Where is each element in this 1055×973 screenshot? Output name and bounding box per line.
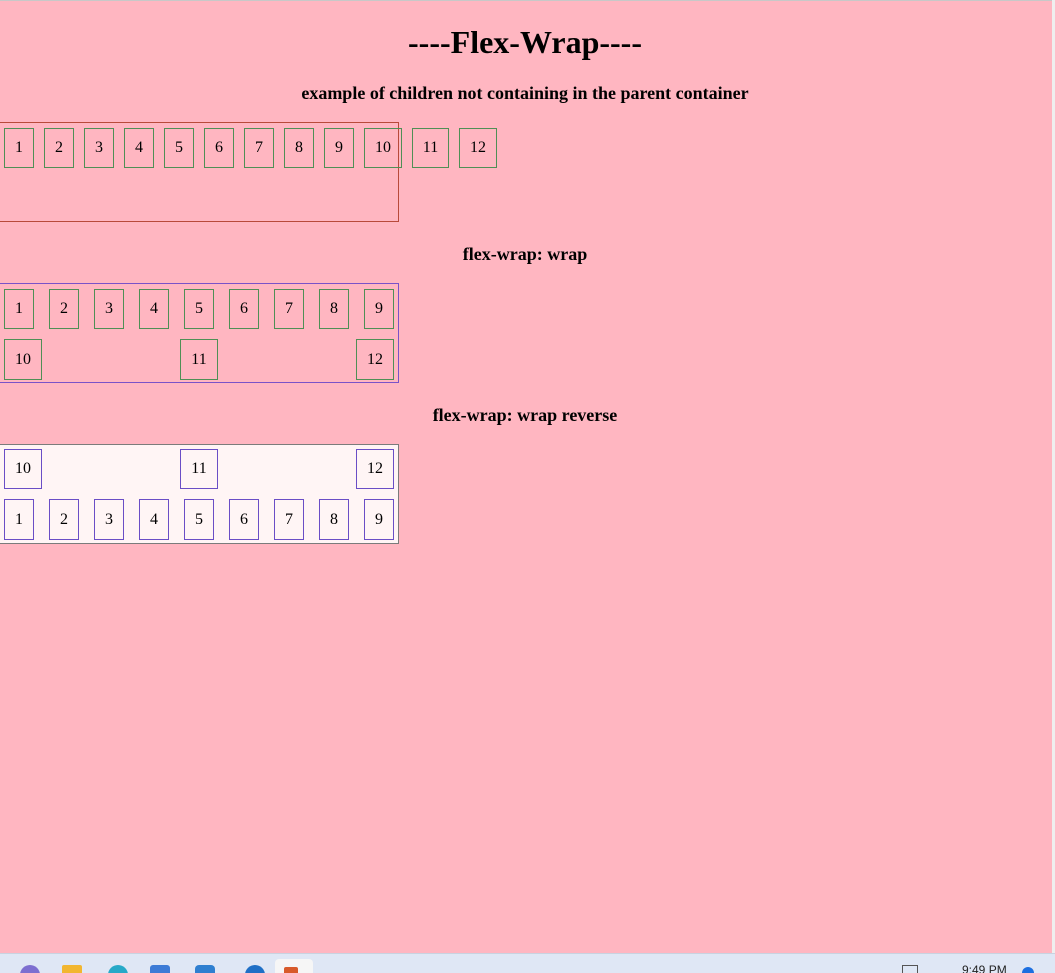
flex-item: 7 bbox=[274, 289, 304, 329]
window-top-border bbox=[0, 0, 1055, 1]
section-heading-wrap: flex-wrap: wrap bbox=[462, 244, 588, 264]
flex-item: 3 bbox=[84, 128, 114, 168]
flex-item: 11 bbox=[180, 339, 218, 380]
flex-item: 2 bbox=[49, 289, 79, 329]
flex-item: 2 bbox=[49, 499, 79, 540]
flex-item: 9 bbox=[364, 499, 394, 540]
flex-item: 3 bbox=[94, 499, 124, 540]
flex-item: 11 bbox=[412, 128, 449, 168]
flex-item: 8 bbox=[319, 289, 349, 329]
flex-item: 6 bbox=[204, 128, 234, 168]
flex-item: 1 bbox=[4, 289, 34, 329]
section-heading-wrap-reverse: flex-wrap: wrap reverse bbox=[432, 405, 618, 425]
flex-item: 5 bbox=[184, 289, 214, 329]
flex-item: 3 bbox=[94, 289, 124, 329]
flex-item: 8 bbox=[319, 499, 349, 540]
flex-item: 4 bbox=[124, 128, 154, 168]
flex-item: 9 bbox=[364, 289, 394, 329]
flex-item: 2 bbox=[44, 128, 74, 168]
flex-item: 10 bbox=[4, 339, 42, 380]
active-app-icon[interactable] bbox=[275, 959, 313, 973]
flex-item: 5 bbox=[184, 499, 214, 540]
flex-item: 5 bbox=[164, 128, 194, 168]
app-glyph-icon bbox=[284, 967, 298, 973]
flex-item: 4 bbox=[139, 499, 169, 540]
flex-item: 7 bbox=[244, 128, 274, 168]
flex-item: 7 bbox=[274, 499, 304, 540]
flex-item: 12 bbox=[459, 128, 497, 168]
notification-icon[interactable] bbox=[1022, 967, 1034, 973]
flex-item: 1 bbox=[4, 128, 34, 168]
section-heading-overflow: example of children not containing in th… bbox=[301, 83, 749, 103]
flex-item: 11 bbox=[180, 449, 218, 489]
flex-item: 8 bbox=[284, 128, 314, 168]
page-title: ----Flex-Wrap---- bbox=[408, 24, 642, 60]
flex-item: 10 bbox=[4, 449, 42, 489]
flex-item: 12 bbox=[356, 449, 394, 489]
flex-item: 12 bbox=[356, 339, 394, 380]
flex-item: 6 bbox=[229, 289, 259, 329]
flex-item: 4 bbox=[139, 289, 169, 329]
flex-item: 6 bbox=[229, 499, 259, 540]
flex-item: 9 bbox=[324, 128, 354, 168]
flex-item: 10 bbox=[364, 128, 402, 168]
flex-item: 1 bbox=[4, 499, 34, 540]
taskbar: 9:49 PM bbox=[0, 953, 1055, 973]
